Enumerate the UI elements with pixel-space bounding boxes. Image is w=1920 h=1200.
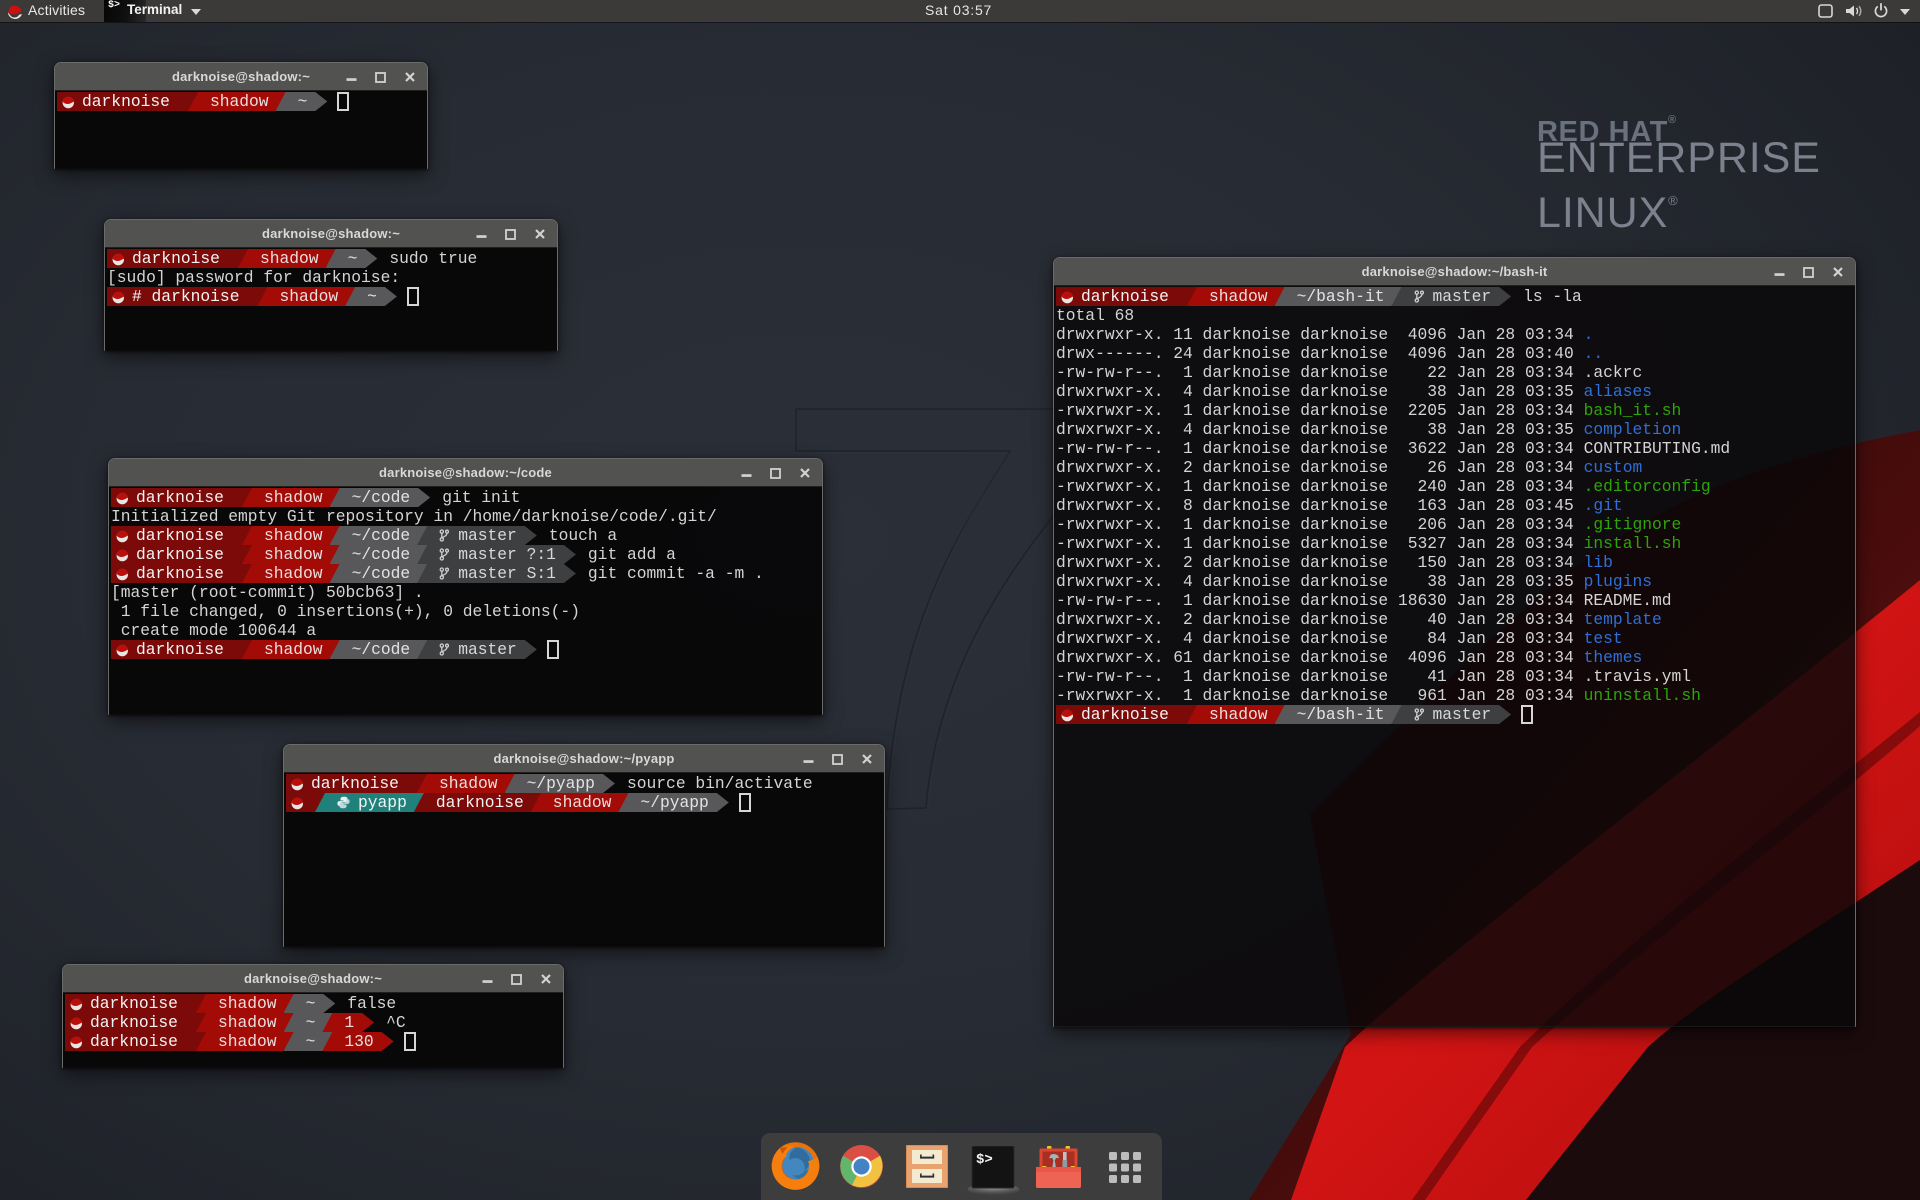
svg-text:$>: $> xyxy=(976,1152,993,1168)
